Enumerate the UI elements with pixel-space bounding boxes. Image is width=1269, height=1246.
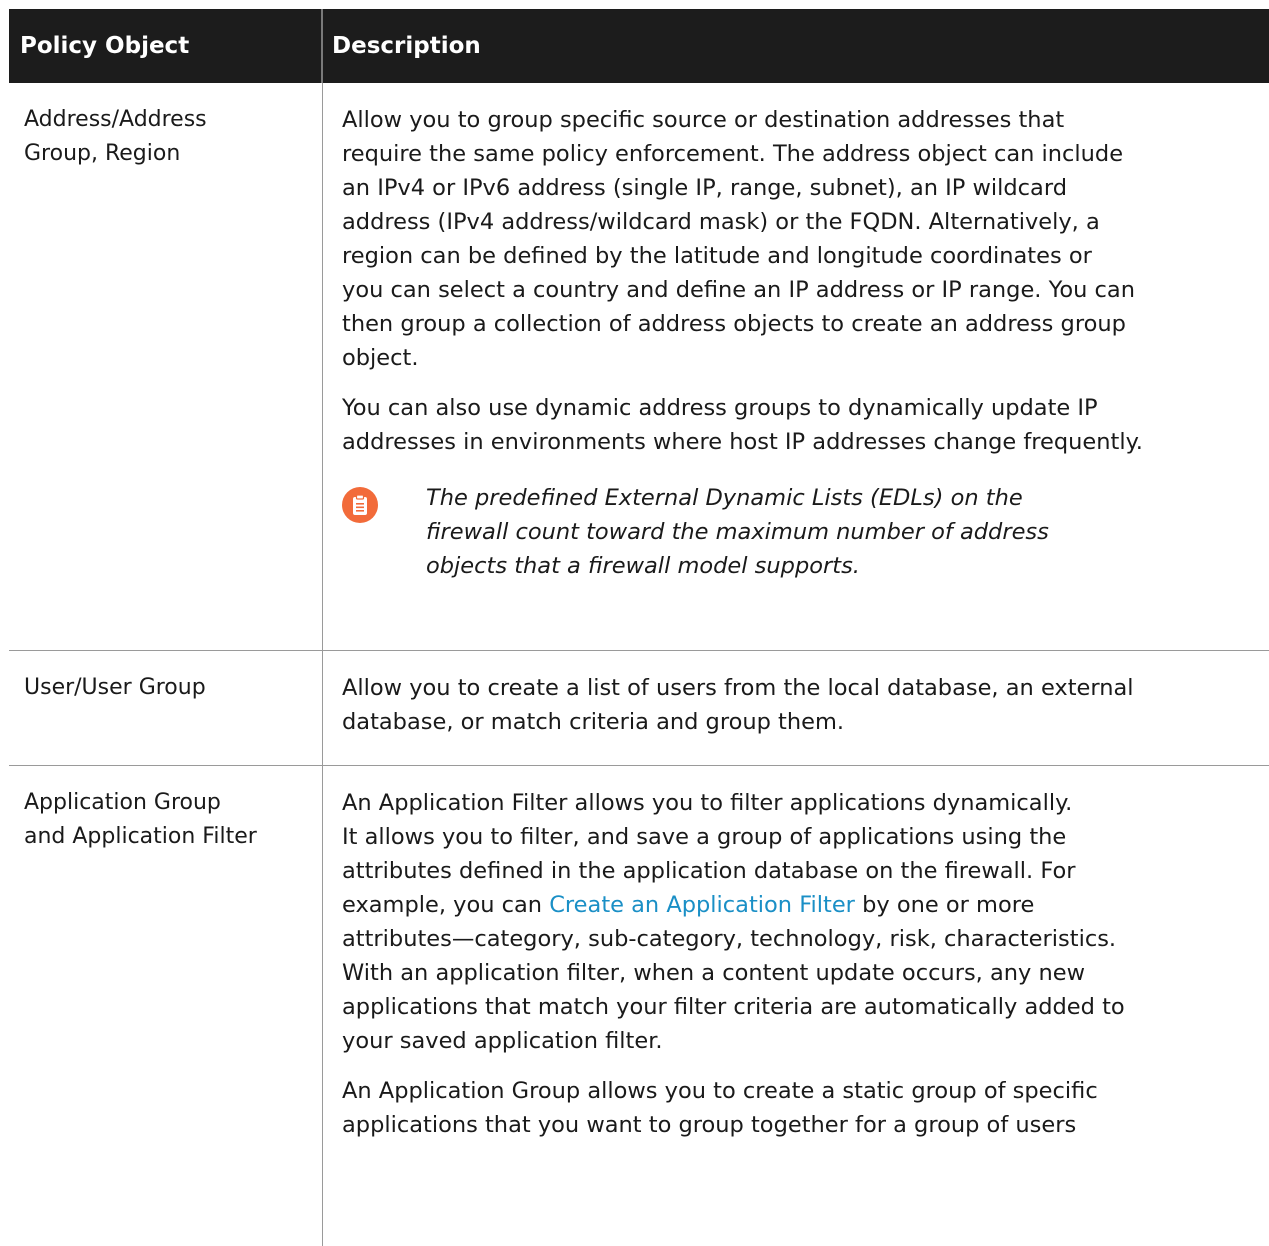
header-description: Description [332,33,481,59]
description-paragraph: Allow you to group specific source or de… [342,107,1135,371]
description-paragraph: An Application Group allows you to creat… [342,1078,1098,1138]
description-paragraph: Allow you to create a list of users from… [342,675,1134,735]
policy-object-description: Allow you to group specific source or de… [323,83,1269,650]
table-row: Application Group and Application Filter… [9,766,1269,1246]
policy-object-description: Allow you to create a list of users from… [323,651,1269,765]
create-application-filter-link[interactable]: Create an Application Filter [549,892,855,918]
table-header: Policy Object Description [9,9,1269,83]
policy-object-name: User/User Group [9,651,323,765]
policy-object-name: Address/Address Group, Region [9,83,323,650]
note-block: The predefined External Dynamic Lists (E… [342,481,1249,583]
note-text: The predefined External Dynamic Lists (E… [426,485,1049,579]
policy-object-description: An Application Filter allows you to filt… [323,766,1269,1246]
policy-object-name: Application Group and Application Filter [9,766,323,1246]
description-paragraph: You can also use dynamic address groups … [342,395,1143,455]
table-row: User/User Group Allow you to create a li… [9,651,1269,766]
description-paragraph: An Application Filter allows you to filt… [342,786,1249,1058]
header-policy-object: Policy Object [9,9,323,83]
table-row: Address/Address Group, Region Allow you … [9,83,1269,651]
policy-object-table: Policy Object Description Address/Addres… [9,9,1269,1246]
clipboard-note-icon [342,487,378,523]
